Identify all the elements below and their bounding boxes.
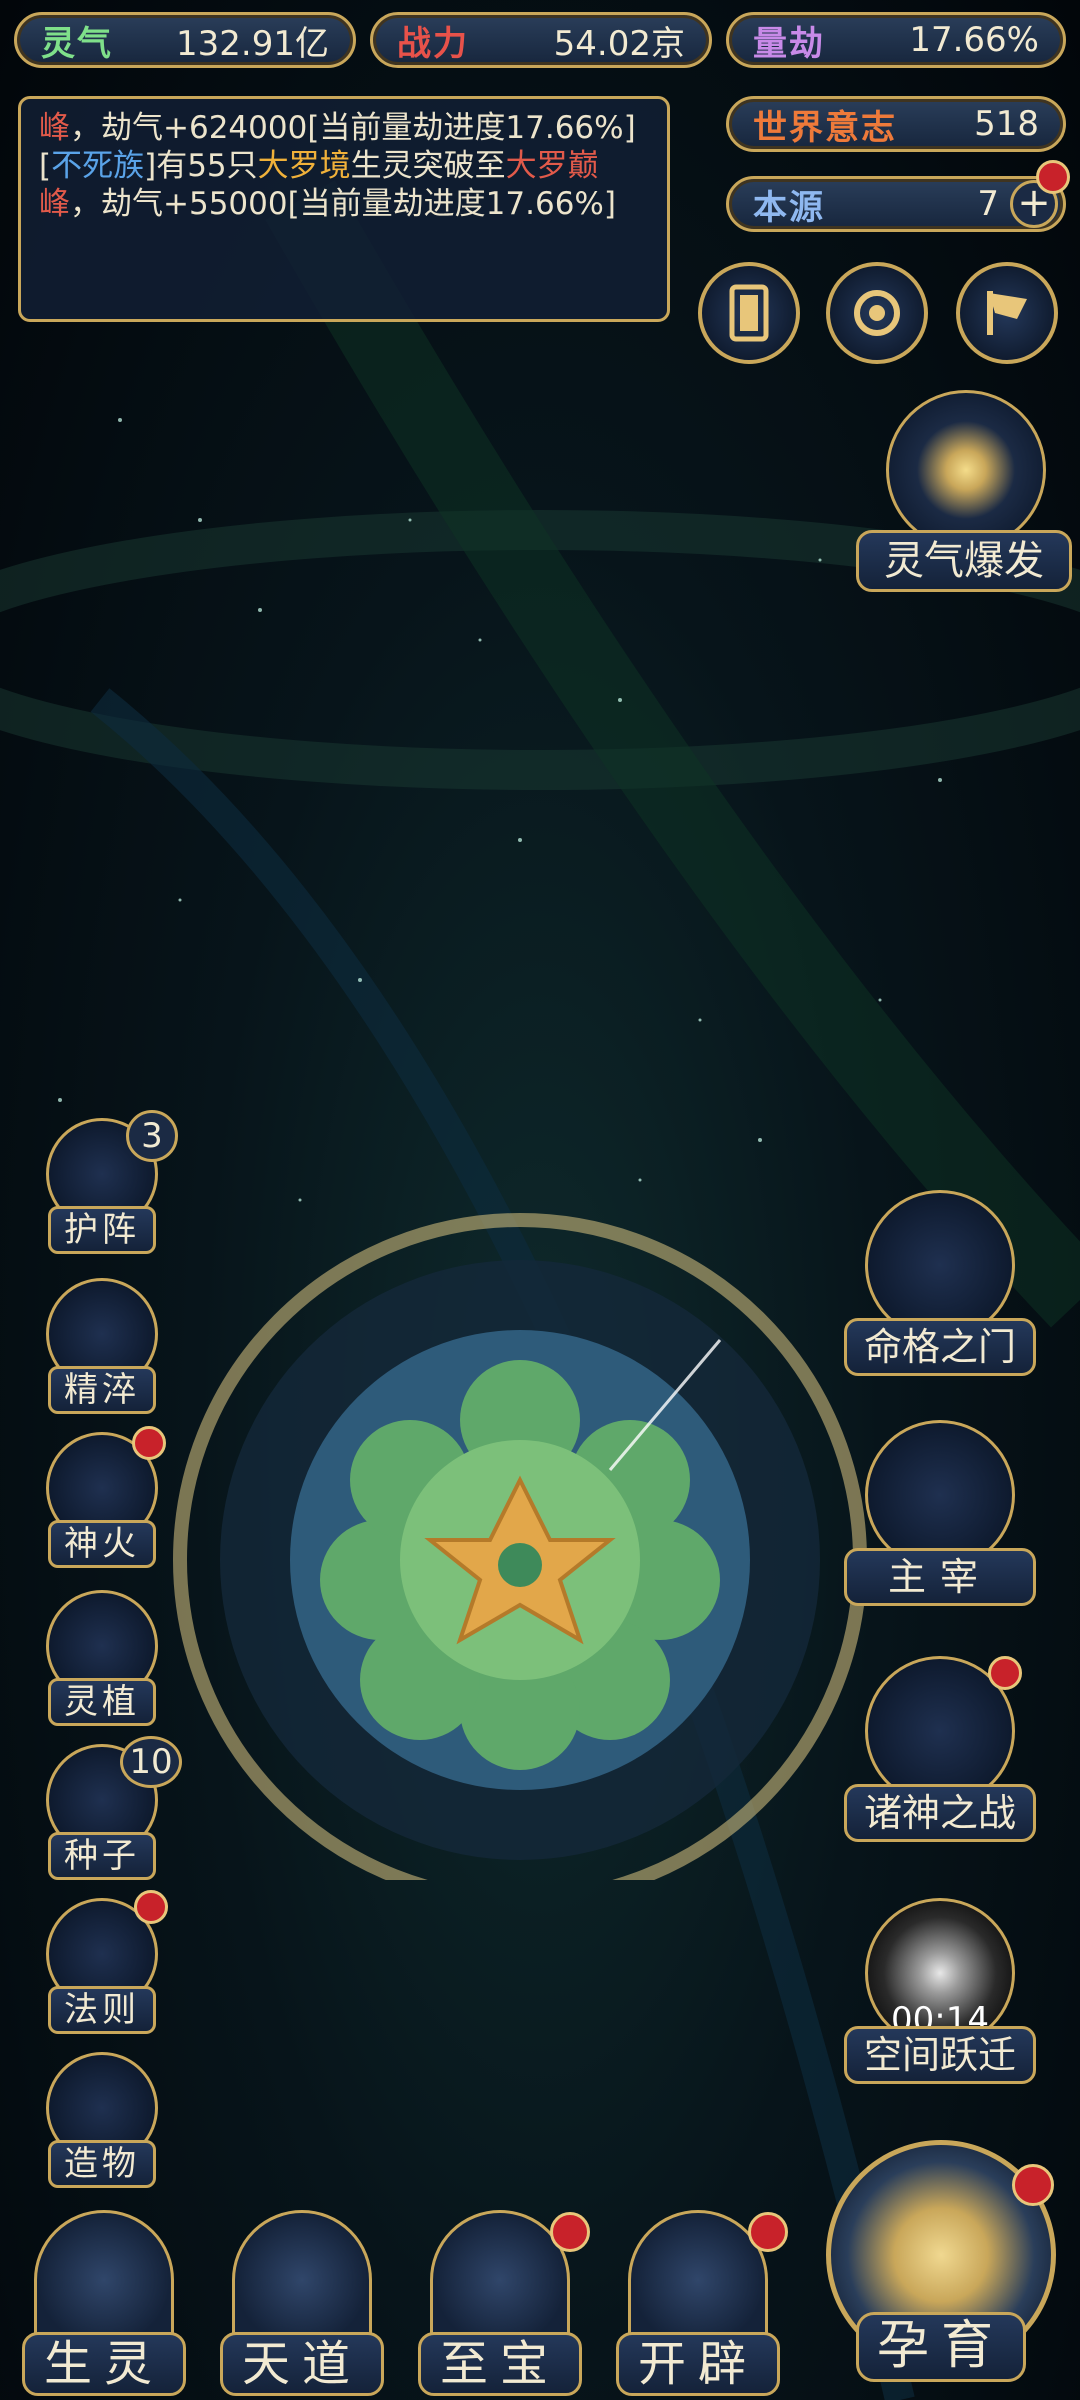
nurture-button[interactable]: 孕育 xyxy=(816,2140,1066,2390)
treasure-icon xyxy=(430,2210,570,2350)
zhanli-value: 54.02京 xyxy=(553,23,685,64)
log-highlight: 峰 xyxy=(39,110,70,146)
alert-dot xyxy=(132,1426,166,1460)
side-item-lingzhi[interactable]: 灵植 xyxy=(38,1590,168,1730)
nav-label: 天道 xyxy=(220,2332,384,2396)
lingqi-value: 132.91亿 xyxy=(176,23,329,64)
side-item-huzhen[interactable]: 护阵 3 xyxy=(38,1110,178,1258)
lingqi-label: 灵气 xyxy=(41,23,113,64)
log-text: [ xyxy=(39,148,52,184)
right-item-label: 诸神之战 xyxy=(844,1784,1036,1842)
nurture-label: 孕育 xyxy=(856,2312,1026,2382)
zhanli-stat[interactable]: 战力 54.02京 xyxy=(370,12,712,68)
event-log[interactable]: 峰，劫气+624000[当前量劫进度17.66%] [不死族]有55只大罗境生灵… xyxy=(18,96,670,322)
log-text: 生灵突破至 xyxy=(350,148,506,184)
shijie-stat[interactable]: 世界意志 518 xyxy=(726,96,1066,152)
liangjie-label: 量劫 xyxy=(753,23,825,64)
log-realm: 大罗境 xyxy=(257,148,351,184)
alert-dot xyxy=(748,2212,788,2252)
right-item-zhuzai[interactable]: 主宰 xyxy=(840,1420,1040,1620)
liangjie-stat[interactable]: 量劫 17.66% xyxy=(726,12,1066,68)
world-orb-art xyxy=(173,1213,867,1907)
right-item-label: 主宰 xyxy=(844,1548,1036,1606)
log-text: ，劫气+55000[当前量劫进度17.66%] xyxy=(70,186,616,222)
zhanli-label: 战力 xyxy=(397,23,469,64)
flag-button[interactable] xyxy=(956,262,1058,364)
nav-label: 至宝 xyxy=(418,2332,582,2396)
card-icon xyxy=(729,284,769,342)
nav-tiandao[interactable]: 天道 xyxy=(212,2200,392,2400)
side-item-zhongzi[interactable]: 种子 10 xyxy=(38,1736,182,1884)
alert-dot xyxy=(134,1890,168,1924)
aura-burst-button[interactable]: 灵气爆发 xyxy=(856,390,1072,600)
nav-zhibao[interactable]: 至宝 xyxy=(410,2200,590,2400)
right-item-kongjian[interactable]: 00:14 空间跃迁 xyxy=(840,1898,1040,2098)
lingqi-stat[interactable]: 灵气 132.91亿 xyxy=(14,12,356,68)
alert-dot xyxy=(550,2212,590,2252)
side-item-label: 神火 xyxy=(48,1520,156,1568)
side-item-shenhuo[interactable]: 神火 xyxy=(38,1426,168,1572)
side-item-label: 精淬 xyxy=(48,1366,156,1414)
log-text: ]有55只 xyxy=(144,148,258,184)
side-item-jingcui[interactable]: 精淬 xyxy=(38,1278,168,1418)
benyuan-label: 本源 xyxy=(753,187,825,228)
right-item-label: 空间跃迁 xyxy=(844,2026,1036,2084)
vortex-icon xyxy=(854,290,900,336)
burst-icon xyxy=(886,390,1046,550)
side-item-faze[interactable]: 法则 xyxy=(38,1890,168,2038)
log-entry: 峰，劫气+624000[当前量劫进度17.66%] xyxy=(39,109,649,147)
flame-crown-icon xyxy=(628,2210,768,2350)
shijie-label: 世界意志 xyxy=(753,107,897,148)
flag-icon xyxy=(987,291,1027,335)
right-item-label: 命格之门 xyxy=(844,1318,1036,1376)
side-item-label: 法则 xyxy=(48,1986,156,2034)
right-item-mingge[interactable]: 命格之门 xyxy=(840,1190,1040,1390)
nav-kaipi[interactable]: 开辟 xyxy=(608,2200,788,2400)
world-orb[interactable] xyxy=(160,1160,880,1907)
alert-dot xyxy=(1012,2164,1054,2206)
log-entry: [不死族]有55只大罗境生灵突破至大罗巅峰，劫气+55000[当前量劫进度17.… xyxy=(39,147,649,223)
side-item-zaowu[interactable]: 造物 xyxy=(38,2052,168,2192)
side-item-label: 造物 xyxy=(48,2140,156,2188)
alert-dot xyxy=(988,1656,1022,1690)
side-item-label: 种子 xyxy=(48,1832,156,1880)
right-item-zhushen[interactable]: 诸神之战 xyxy=(840,1656,1040,1856)
side-item-label: 灵植 xyxy=(48,1678,156,1726)
phoenix-icon xyxy=(34,2210,174,2350)
nav-label: 生灵 xyxy=(22,2332,186,2396)
benyuan-value: 7 xyxy=(977,184,999,224)
heaven-icon xyxy=(232,2210,372,2350)
vortex-button[interactable] xyxy=(826,262,928,364)
shijie-value: 518 xyxy=(974,104,1039,144)
card-button[interactable] xyxy=(698,262,800,364)
benyuan-alert-dot xyxy=(1036,160,1070,194)
count-badge: 10 xyxy=(120,1736,182,1788)
side-item-label: 护阵 xyxy=(48,1206,156,1254)
count-badge: 3 xyxy=(126,1110,178,1162)
liangjie-value: 17.66% xyxy=(909,20,1039,60)
burst-label: 灵气爆发 xyxy=(856,530,1072,592)
nav-label: 开辟 xyxy=(616,2332,780,2396)
nav-shengling[interactable]: 生灵 xyxy=(14,2200,194,2400)
log-text: ，劫气+624000[当前量劫进度17.66%] xyxy=(70,110,636,146)
log-race: 不死族 xyxy=(51,148,145,184)
